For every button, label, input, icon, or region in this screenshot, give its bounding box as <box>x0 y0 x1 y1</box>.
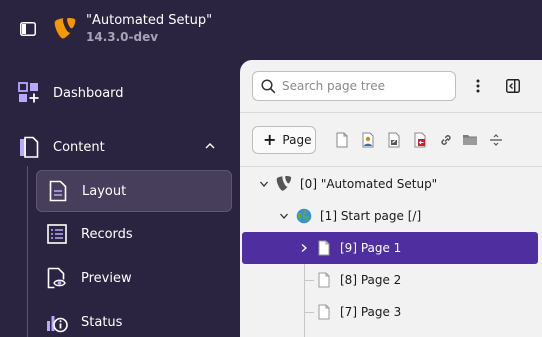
preview-icon <box>46 267 68 289</box>
chevron-down-icon[interactable] <box>258 178 270 190</box>
page-icon <box>318 304 330 320</box>
page-tree-panel: + Page [0] "Automated Setup" <box>240 60 542 337</box>
link-icon[interactable] <box>438 132 454 148</box>
tree-node-page-2[interactable]: [8] Page 2 <box>316 266 401 294</box>
submodule-records[interactable]: Records <box>36 213 232 255</box>
module-label: Dashboard <box>53 85 124 101</box>
site-name: "Automated Setup" <box>86 13 213 28</box>
new-page-label: Page <box>282 133 312 147</box>
submodule-label: Layout <box>82 183 127 199</box>
chevron-right-icon[interactable] <box>298 242 310 254</box>
divider <box>240 166 542 167</box>
submodule-layout[interactable]: Layout <box>36 170 232 212</box>
globe-page-icon <box>296 208 312 224</box>
module-content[interactable]: Content <box>17 132 227 162</box>
tree-node-label: [1] Start page [/] <box>320 209 422 223</box>
submodule-label: Records <box>81 226 133 242</box>
tree-node-label: [0] "Automated Setup" <box>300 177 438 191</box>
tree-node-label: [8] Page 2 <box>340 273 402 287</box>
page-icon <box>318 272 330 288</box>
standard-page-icon[interactable] <box>334 132 350 148</box>
menu-separator-icon[interactable] <box>488 132 504 148</box>
tree-node-label: [7] Page 3 <box>340 305 402 319</box>
submodule-status[interactable]: Status <box>36 301 232 337</box>
chevron-down-icon[interactable] <box>278 210 290 222</box>
tree-node-start-page[interactable]: [1] Start page [/] <box>278 202 421 230</box>
sidebar-toggle-icon[interactable] <box>20 22 36 36</box>
typo3-root-icon <box>276 176 292 191</box>
module-label: Content <box>53 139 105 155</box>
tree-guide-line <box>304 312 314 313</box>
tree-guide-line <box>304 264 305 337</box>
submodule-guide-line <box>27 166 28 337</box>
more-options-icon[interactable] <box>470 78 486 94</box>
mountpoint-page-icon[interactable] <box>412 132 428 148</box>
typo3-logo-icon <box>54 18 76 39</box>
search-input[interactable] <box>282 79 452 93</box>
content-icon <box>17 135 41 159</box>
submodule-label: Status <box>81 314 123 330</box>
plus-icon: + <box>263 130 277 149</box>
shortcut-page-icon[interactable] <box>386 132 402 148</box>
site-version: 14.3.0-dev <box>86 30 159 44</box>
module-dashboard[interactable]: Dashboard <box>17 78 124 108</box>
search-icon <box>261 78 276 93</box>
search-box[interactable] <box>252 71 456 101</box>
tree-guide-line <box>304 280 314 281</box>
page-icon <box>318 240 330 256</box>
new-page-button[interactable]: + Page <box>252 126 316 154</box>
folder-icon[interactable] <box>462 132 478 148</box>
layout-icon <box>47 180 69 202</box>
dashboard-icon <box>17 81 41 105</box>
chevron-up-icon[interactable] <box>203 139 217 153</box>
tree-node-root[interactable]: [0] "Automated Setup" <box>258 170 437 198</box>
collapse-panel-icon[interactable] <box>506 79 520 93</box>
divider <box>240 112 542 113</box>
tree-node-page-3[interactable]: [7] Page 3 <box>316 298 401 326</box>
submodule-label: Preview <box>81 270 132 286</box>
status-icon <box>46 311 68 333</box>
records-icon <box>46 223 68 245</box>
tree-node-page-1-selected[interactable]: [9] Page 1 <box>242 232 538 264</box>
tree-node-label: [9] Page 1 <box>340 241 402 255</box>
submodule-preview[interactable]: Preview <box>36 257 232 299</box>
backend-user-section-icon[interactable] <box>360 132 376 148</box>
